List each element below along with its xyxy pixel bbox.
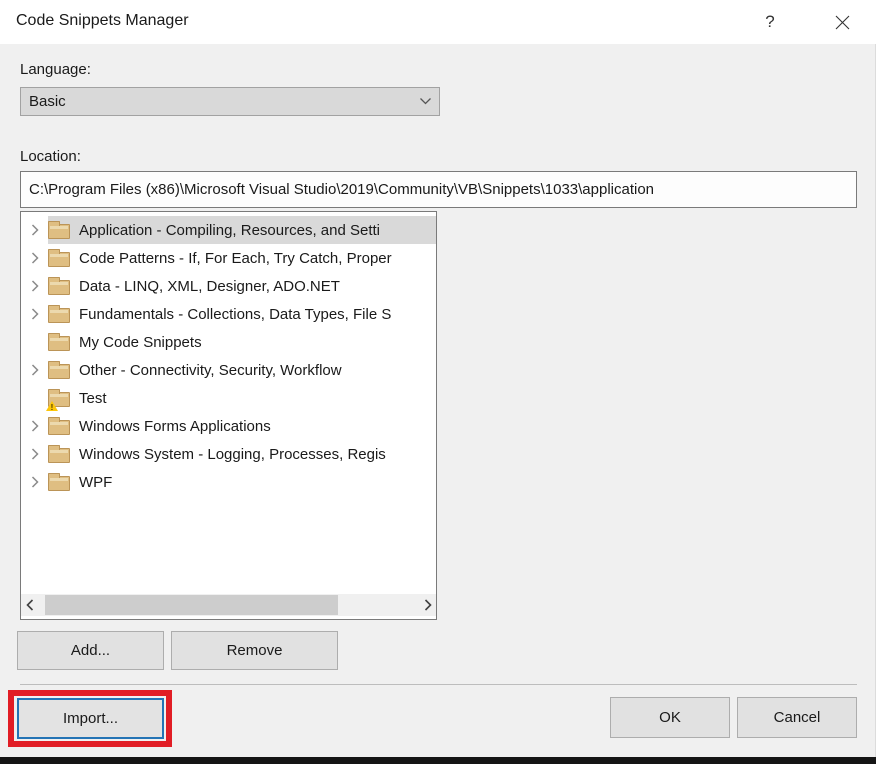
folder-icon [48, 333, 72, 351]
tree-item[interactable]: Windows Forms Applications [21, 412, 436, 440]
code-snippets-manager-dialog: Code Snippets Manager ? Language: Basic … [0, 0, 876, 764]
tree-item[interactable]: ! Test [21, 384, 436, 412]
tree-item[interactable]: Data - LINQ, XML, Designer, ADO.NET [21, 272, 436, 300]
snippet-tree: Application - Compiling, Resources, and … [20, 211, 437, 620]
help-icon: ? [765, 12, 774, 32]
chevron-right-icon[interactable] [21, 280, 48, 292]
tree-item-label: Windows System - Logging, Processes, Reg… [79, 446, 386, 463]
language-dropdown[interactable]: Basic [20, 87, 440, 116]
tree-item[interactable]: Code Patterns - If, For Each, Try Catch,… [21, 244, 436, 272]
window-title: Code Snippets Manager [16, 12, 189, 30]
tree-item-label: WPF [79, 474, 112, 491]
tree-item-label: Windows Forms Applications [79, 418, 271, 435]
tree-item-label: My Code Snippets [79, 334, 202, 351]
tree-item[interactable]: Application - Compiling, Resources, and … [21, 216, 436, 244]
bottom-edge-strip [0, 757, 876, 764]
folder-icon [48, 305, 72, 323]
chevron-right-icon[interactable] [21, 224, 48, 236]
chevron-down-icon [411, 97, 439, 106]
folder-icon [48, 445, 72, 463]
import-button[interactable]: Import... [17, 698, 164, 739]
horizontal-scrollbar[interactable] [21, 594, 436, 616]
titlebar: Code Snippets Manager ? [0, 0, 876, 44]
location-field[interactable]: C:\Program Files (x86)\Microsoft Visual … [20, 171, 857, 208]
tree-item[interactable]: Fundamentals - Collections, Data Types, … [21, 300, 436, 328]
chevron-right-icon[interactable] [21, 476, 48, 488]
remove-button[interactable]: Remove [171, 631, 338, 670]
tree-item[interactable]: Other - Connectivity, Security, Workflow [21, 356, 436, 384]
folder-icon: ! [48, 389, 72, 407]
location-path: C:\Program Files (x86)\Microsoft Visual … [21, 181, 654, 198]
tree-item-label: Fundamentals - Collections, Data Types, … [79, 306, 391, 323]
folder-icon [48, 249, 72, 267]
tree-item[interactable]: Windows System - Logging, Processes, Reg… [21, 440, 436, 468]
help-button[interactable]: ? [752, 0, 788, 44]
language-selected-value: Basic [21, 93, 411, 110]
folder-icon [48, 221, 72, 239]
tree-item-label: Other - Connectivity, Security, Workflow [79, 362, 342, 379]
location-label: Location: [20, 148, 81, 165]
chevron-right-icon[interactable] [21, 420, 48, 432]
tree-item-label: Application - Compiling, Resources, and … [79, 222, 380, 239]
ok-button[interactable]: OK [610, 697, 730, 738]
tree-rows: Application - Compiling, Resources, and … [21, 216, 436, 496]
tree-item-label: Data - LINQ, XML, Designer, ADO.NET [79, 278, 340, 295]
chevron-right-icon[interactable] [21, 252, 48, 264]
folder-icon [48, 361, 72, 379]
scrollbar-thumb[interactable] [45, 595, 338, 615]
cancel-button[interactable]: Cancel [737, 697, 857, 738]
chevron-right-icon[interactable] [21, 364, 48, 376]
close-icon [835, 15, 850, 30]
language-label: Language: [20, 61, 91, 78]
tree-item[interactable]: My Code Snippets [21, 328, 436, 356]
tree-item-label: Test [79, 390, 107, 407]
chevron-right-icon[interactable] [21, 448, 48, 460]
folder-icon [48, 473, 72, 491]
chevron-right-icon[interactable] [21, 308, 48, 320]
divider [20, 684, 857, 685]
close-button[interactable] [822, 0, 862, 44]
scroll-right-icon[interactable] [419, 594, 436, 616]
tree-item-label: Code Patterns - If, For Each, Try Catch,… [79, 250, 392, 267]
folder-icon [48, 277, 72, 295]
add-button[interactable]: Add... [17, 631, 164, 670]
folder-icon [48, 417, 72, 435]
scroll-left-icon[interactable] [21, 594, 38, 616]
tree-item[interactable]: WPF [21, 468, 436, 496]
